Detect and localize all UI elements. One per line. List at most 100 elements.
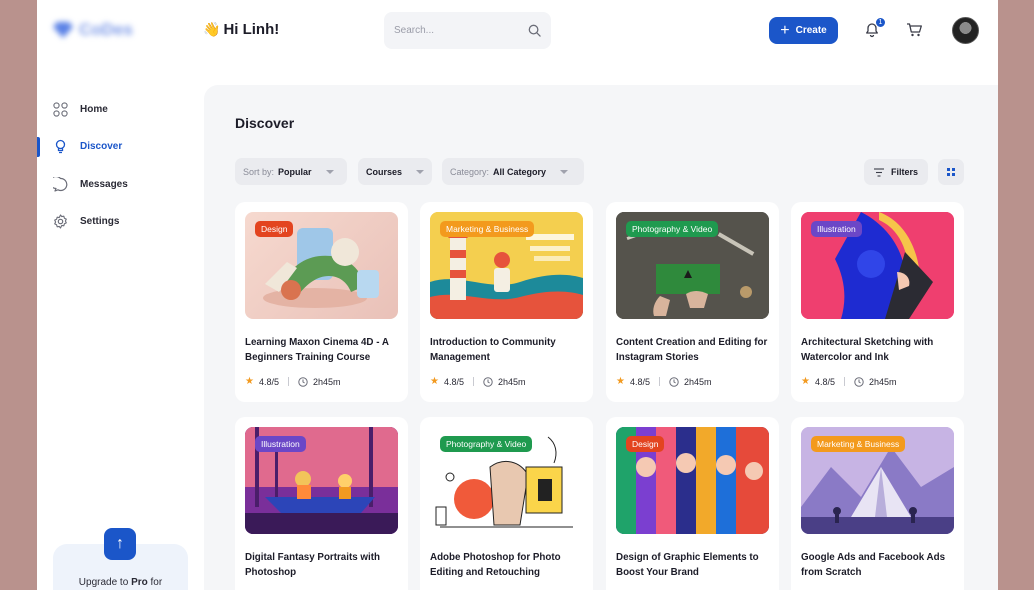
user-avatar[interactable] <box>952 17 979 44</box>
course-thumbnail: Illustration <box>245 427 398 534</box>
course-duration: 2h45m <box>313 376 341 387</box>
course-card[interactable]: Design Learning Maxon Cinema 4D - A Begi… <box>235 202 408 402</box>
category-tag: Photography & Video <box>440 436 533 452</box>
search-input[interactable] <box>394 25 528 36</box>
course-duration: 2h45m <box>498 376 526 387</box>
gear-icon <box>54 214 67 229</box>
sidebar-item-label: Messages <box>80 179 128 190</box>
course-meta: ★ 4.8/5 2h45m <box>801 376 897 387</box>
sidebar-item-discover[interactable]: Discover <box>53 139 122 154</box>
wave-emoji-icon: 👋 <box>203 21 221 37</box>
course-card[interactable]: Photography & Video Adobe Photoshop for … <box>420 417 593 590</box>
category-tag: Marketing & Business <box>811 436 906 452</box>
app-window: CoDes 👋 Hi Linh! + Create 1 <box>37 0 998 590</box>
course-thumbnail: Design <box>616 427 769 534</box>
course-thumbnail: Design <box>245 212 398 319</box>
course-title: Architectural Sketching with Watercolor … <box>801 337 934 363</box>
clock-icon <box>298 376 308 387</box>
course-duration: 2h45m <box>684 376 712 387</box>
category-tag: Illustration <box>811 221 862 237</box>
course-thumbnail: Photography & Video <box>430 427 583 534</box>
course-title: Learning Maxon Cinema 4D - A Beginners T… <box>245 337 389 363</box>
course-rating: 4.8/5 <box>814 376 835 387</box>
main-content: Discover Sort by: Popular Courses Catego… <box>204 85 998 590</box>
create-button-label: Create <box>795 25 827 36</box>
course-duration: 2h45m <box>869 376 897 387</box>
cart-icon[interactable] <box>906 22 923 38</box>
upgrade-text-suffix: for <box>147 577 163 588</box>
arrow-up-icon[interactable]: ↑ <box>104 528 136 560</box>
category-dropdown[interactable]: Category: All Category <box>442 158 584 185</box>
search-box[interactable] <box>384 12 551 49</box>
upgrade-text-pro: Pro <box>131 577 148 588</box>
course-card[interactable]: Photography & Video Content Creation and… <box>606 202 779 402</box>
star-icon: ★ <box>245 376 254 387</box>
course-meta: ★ 4.8/5 2h45m <box>616 376 712 387</box>
sidebar-item-home[interactable]: Home <box>53 102 108 117</box>
course-thumbnail: Marketing & Business <box>801 427 954 534</box>
meta-divider <box>473 377 474 386</box>
upgrade-text-prefix: Upgrade to <box>78 577 132 588</box>
filter-icon <box>873 167 884 177</box>
course-rating: 4.8/5 <box>258 376 279 387</box>
grid-icon <box>53 102 68 117</box>
course-title: Introduction to Community Management <box>430 337 556 363</box>
category-tag: Marketing & Business <box>440 221 535 237</box>
logo-text: CoDes <box>79 20 133 39</box>
create-button[interactable]: + Create <box>769 17 838 44</box>
sidebar-item-label: Discover <box>80 141 123 152</box>
filters-button[interactable]: Filters <box>864 159 928 185</box>
logo[interactable]: CoDes <box>53 20 133 40</box>
star-icon: ★ <box>616 376 625 387</box>
category-tag: Illustration <box>255 436 306 452</box>
grid-view-icon <box>947 168 955 176</box>
course-title: Design of Graphic Elements to Boost Your… <box>616 552 759 578</box>
sort-label: Sort by: <box>243 166 275 177</box>
notification-badge: 1 <box>875 17 886 28</box>
course-card[interactable]: Design Design of Graphic Elements to Boo… <box>606 417 779 590</box>
greeting-text: Hi Linh! <box>223 21 280 38</box>
course-meta: ★ 4.8/5 2h45m <box>430 376 526 387</box>
course-card[interactable]: Marketing & Business Google Ads and Face… <box>791 417 964 590</box>
greeting: 👋 Hi Linh! <box>203 21 279 38</box>
category-tag: Design <box>626 436 665 452</box>
category-tag: Photography & Video <box>626 221 719 237</box>
active-indicator <box>37 137 40 157</box>
course-thumbnail: Marketing & Business <box>430 212 583 319</box>
chevron-down-icon <box>416 169 425 174</box>
meta-divider <box>659 377 660 386</box>
meta-divider <box>288 377 289 386</box>
filters-label: Filters <box>890 167 918 177</box>
star-icon: ★ <box>430 376 439 387</box>
chevron-down-icon <box>325 169 334 174</box>
chat-icon <box>53 177 68 192</box>
search-icon[interactable] <box>528 24 541 37</box>
star-icon: ★ <box>801 376 810 387</box>
sort-value: Popular <box>278 166 312 177</box>
lightbulb-icon <box>55 139 66 154</box>
course-thumbnail: Photography & Video <box>616 212 769 319</box>
course-title: Content Creation and Editing for Instagr… <box>616 337 768 363</box>
chevron-down-icon <box>560 169 569 174</box>
course-card[interactable]: Illustration Architectural Sketching wit… <box>791 202 964 402</box>
course-thumbnail: Illustration <box>801 212 954 319</box>
sidebar-item-settings[interactable]: Settings <box>53 214 119 229</box>
course-rating: 4.8/5 <box>629 376 650 387</box>
course-card[interactable]: Marketing & Business Introduction to Com… <box>420 202 593 402</box>
grid-view-toggle[interactable] <box>938 159 964 185</box>
meta-divider <box>844 377 845 386</box>
sort-dropdown[interactable]: Sort by: Popular <box>235 158 347 185</box>
course-title: Digital Fantasy Portraits with Photoshop <box>245 552 381 578</box>
sidebar-item-messages[interactable]: Messages <box>53 177 128 192</box>
type-value: Courses <box>366 166 403 177</box>
course-card[interactable]: Illustration Digital Fantasy Portraits w… <box>235 417 408 590</box>
clock-icon <box>483 376 493 387</box>
clock-icon <box>854 376 864 387</box>
course-rating: 4.8/5 <box>443 376 464 387</box>
notifications-button[interactable]: 1 <box>864 17 886 38</box>
category-value: All Category <box>493 166 547 177</box>
type-dropdown[interactable]: Courses <box>358 158 432 185</box>
page-title: Discover <box>235 115 295 131</box>
course-title: Google Ads and Facebook Ads from Scratch <box>801 552 946 578</box>
sidebar-item-label: Settings <box>80 216 120 227</box>
